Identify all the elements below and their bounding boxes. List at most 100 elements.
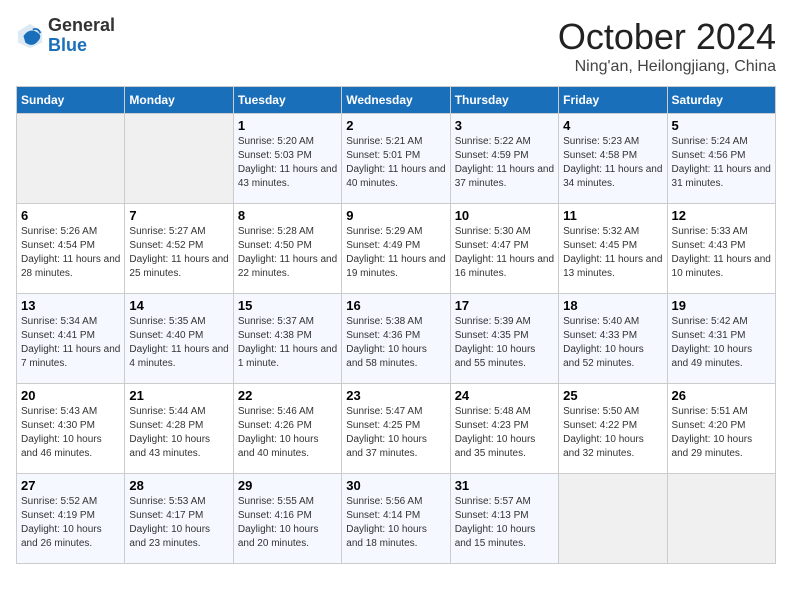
calendar-table: Sunday Monday Tuesday Wednesday Thursday… [16,86,776,564]
day-number: 4 [563,118,662,133]
day-cell: 1 Sunrise: 5:20 AMSunset: 5:03 PMDaylight… [233,114,341,204]
day-info: Sunrise: 5:21 AMSunset: 5:01 PMDaylight:… [346,135,445,191]
day-cell: 10 Sunrise: 5:30 AMSunset: 4:47 PMDayligh… [450,204,558,294]
week-row-2: 6Sunrise: 5:26 AMSunset: 4:54 PMDaylight… [17,204,776,294]
day-number: 7 [129,208,228,223]
logo-icon [16,22,44,50]
day-number: 6 [21,208,120,223]
day-info: Sunrise: 5:48 AMSunset: 4:23 PMDaylight:… [455,405,554,461]
day-number: 21 [129,388,228,403]
day-cell: 12Sunrise: 5:33 AMSunset: 4:43 PMDayligh… [667,204,775,294]
day-number: 18 [563,298,662,313]
week-row-5: 27 Sunrise: 5:52 AMSunset: 4:19 PMDayligh… [17,474,776,564]
day-info: Sunrise: 5:46 AMSunset: 4:26 PMDaylight:… [238,405,337,461]
day-cell: 9 Sunrise: 5:29 AMSunset: 4:49 PMDaylight… [342,204,450,294]
day-cell: 16 Sunrise: 5:38 AMSunset: 4:36 PMDayligh… [342,294,450,384]
day-cell: 7 Sunrise: 5:27 AMSunset: 4:52 PMDaylight… [125,204,233,294]
week-row-4: 20 Sunrise: 5:43 AMSunset: 4:30 PMDayligh… [17,384,776,474]
day-info: Sunrise: 5:32 AMSunset: 4:45 PMDaylight:… [563,225,662,281]
day-number: 1 [238,118,337,133]
col-friday: Friday [559,87,667,114]
day-info: Sunrise: 5:50 AMSunset: 4:22 PMDaylight:… [563,405,662,461]
col-saturday: Saturday [667,87,775,114]
day-number: 30 [346,478,445,493]
day-cell: 2Sunrise: 5:21 AMSunset: 5:01 PMDaylight… [342,114,450,204]
day-cell: 27 Sunrise: 5:52 AMSunset: 4:19 PMDayligh… [17,474,125,564]
location-title: Ning'an, Heilongjiang, China [558,58,776,76]
day-info: Sunrise: 5:20 AMSunset: 5:03 PMDaylight:… [238,135,337,191]
day-cell: 8Sunrise: 5:28 AMSunset: 4:50 PMDaylight… [233,204,341,294]
day-number: 16 [346,298,445,313]
day-cell [17,114,125,204]
day-info: Sunrise: 5:38 AMSunset: 4:36 PMDaylight:… [346,315,445,371]
day-number: 25 [563,388,662,403]
day-cell [667,474,775,564]
day-info: Sunrise: 5:39 AMSunset: 4:35 PMDaylight:… [455,315,554,371]
day-cell: 13Sunrise: 5:34 AMSunset: 4:41 PMDayligh… [17,294,125,384]
day-info: Sunrise: 5:40 AMSunset: 4:33 PMDaylight:… [563,315,662,371]
day-cell: 24 Sunrise: 5:48 AMSunset: 4:23 PMDayligh… [450,384,558,474]
day-number: 31 [455,478,554,493]
day-number: 10 [455,208,554,223]
day-cell: 20 Sunrise: 5:43 AMSunset: 4:30 PMDayligh… [17,384,125,474]
day-number: 11 [563,208,662,223]
day-info: Sunrise: 5:37 AMSunset: 4:38 PMDaylight:… [238,315,337,371]
week-row-1: 1 Sunrise: 5:20 AMSunset: 5:03 PMDaylight… [17,114,776,204]
day-number: 24 [455,388,554,403]
day-number: 26 [672,388,771,403]
week-row-3: 13Sunrise: 5:34 AMSunset: 4:41 PMDayligh… [17,294,776,384]
day-info: Sunrise: 5:51 AMSunset: 4:20 PMDaylight:… [672,405,771,461]
day-info: Sunrise: 5:35 AMSunset: 4:40 PMDaylight:… [129,315,228,371]
day-number: 27 [21,478,120,493]
day-number: 19 [672,298,771,313]
logo-general-text: General [48,16,115,36]
day-info: Sunrise: 5:34 AMSunset: 4:41 PMDaylight:… [21,315,120,371]
day-cell: 22 Sunrise: 5:46 AMSunset: 4:26 PMDayligh… [233,384,341,474]
day-info: Sunrise: 5:24 AMSunset: 4:56 PMDaylight:… [672,135,771,191]
day-info: Sunrise: 5:52 AMSunset: 4:19 PMDaylight:… [21,495,120,551]
day-cell: 11 Sunrise: 5:32 AMSunset: 4:45 PMDayligh… [559,204,667,294]
day-number: 20 [21,388,120,403]
day-info: Sunrise: 5:27 AMSunset: 4:52 PMDaylight:… [129,225,228,281]
month-title: October 2024 [558,16,776,58]
day-info: Sunrise: 5:53 AMSunset: 4:17 PMDaylight:… [129,495,228,551]
day-cell: 30Sunrise: 5:56 AMSunset: 4:14 PMDayligh… [342,474,450,564]
day-number: 17 [455,298,554,313]
day-info: Sunrise: 5:29 AMSunset: 4:49 PMDaylight:… [346,225,445,281]
day-number: 15 [238,298,337,313]
col-sunday: Sunday [17,87,125,114]
day-info: Sunrise: 5:55 AMSunset: 4:16 PMDaylight:… [238,495,337,551]
day-cell: 21Sunrise: 5:44 AMSunset: 4:28 PMDayligh… [125,384,233,474]
day-number: 12 [672,208,771,223]
day-cell: 28 Sunrise: 5:53 AMSunset: 4:17 PMDayligh… [125,474,233,564]
calendar-body: 1 Sunrise: 5:20 AMSunset: 5:03 PMDaylight… [17,114,776,564]
day-cell: 5Sunrise: 5:24 AMSunset: 4:56 PMDaylight… [667,114,775,204]
day-number: 23 [346,388,445,403]
col-wednesday: Wednesday [342,87,450,114]
header-row: Sunday Monday Tuesday Wednesday Thursday… [17,87,776,114]
day-info: Sunrise: 5:47 AMSunset: 4:25 PMDaylight:… [346,405,445,461]
col-monday: Monday [125,87,233,114]
day-cell: 18 Sunrise: 5:40 AMSunset: 4:33 PMDayligh… [559,294,667,384]
day-number: 8 [238,208,337,223]
day-info: Sunrise: 5:23 AMSunset: 4:58 PMDaylight:… [563,135,662,191]
col-thursday: Thursday [450,87,558,114]
day-info: Sunrise: 5:30 AMSunset: 4:47 PMDaylight:… [455,225,554,281]
title-area: October 2024 Ning'an, Heilongjiang, Chin… [558,16,776,76]
day-number: 28 [129,478,228,493]
day-cell: 17 Sunrise: 5:39 AMSunset: 4:35 PMDayligh… [450,294,558,384]
day-info: Sunrise: 5:22 AMSunset: 4:59 PMDaylight:… [455,135,554,191]
day-info: Sunrise: 5:42 AMSunset: 4:31 PMDaylight:… [672,315,771,371]
logo: General Blue [16,16,115,56]
day-cell [559,474,667,564]
day-cell: 15 Sunrise: 5:37 AMSunset: 4:38 PMDayligh… [233,294,341,384]
day-number: 22 [238,388,337,403]
day-info: Sunrise: 5:43 AMSunset: 4:30 PMDaylight:… [21,405,120,461]
header: General Blue October 2024 Ning'an, Heilo… [16,16,776,76]
day-cell: 29Sunrise: 5:55 AMSunset: 4:16 PMDayligh… [233,474,341,564]
day-number: 14 [129,298,228,313]
col-tuesday: Tuesday [233,87,341,114]
day-cell: 3Sunrise: 5:22 AMSunset: 4:59 PMDaylight… [450,114,558,204]
day-number: 9 [346,208,445,223]
logo-blue-text: Blue [48,36,115,56]
